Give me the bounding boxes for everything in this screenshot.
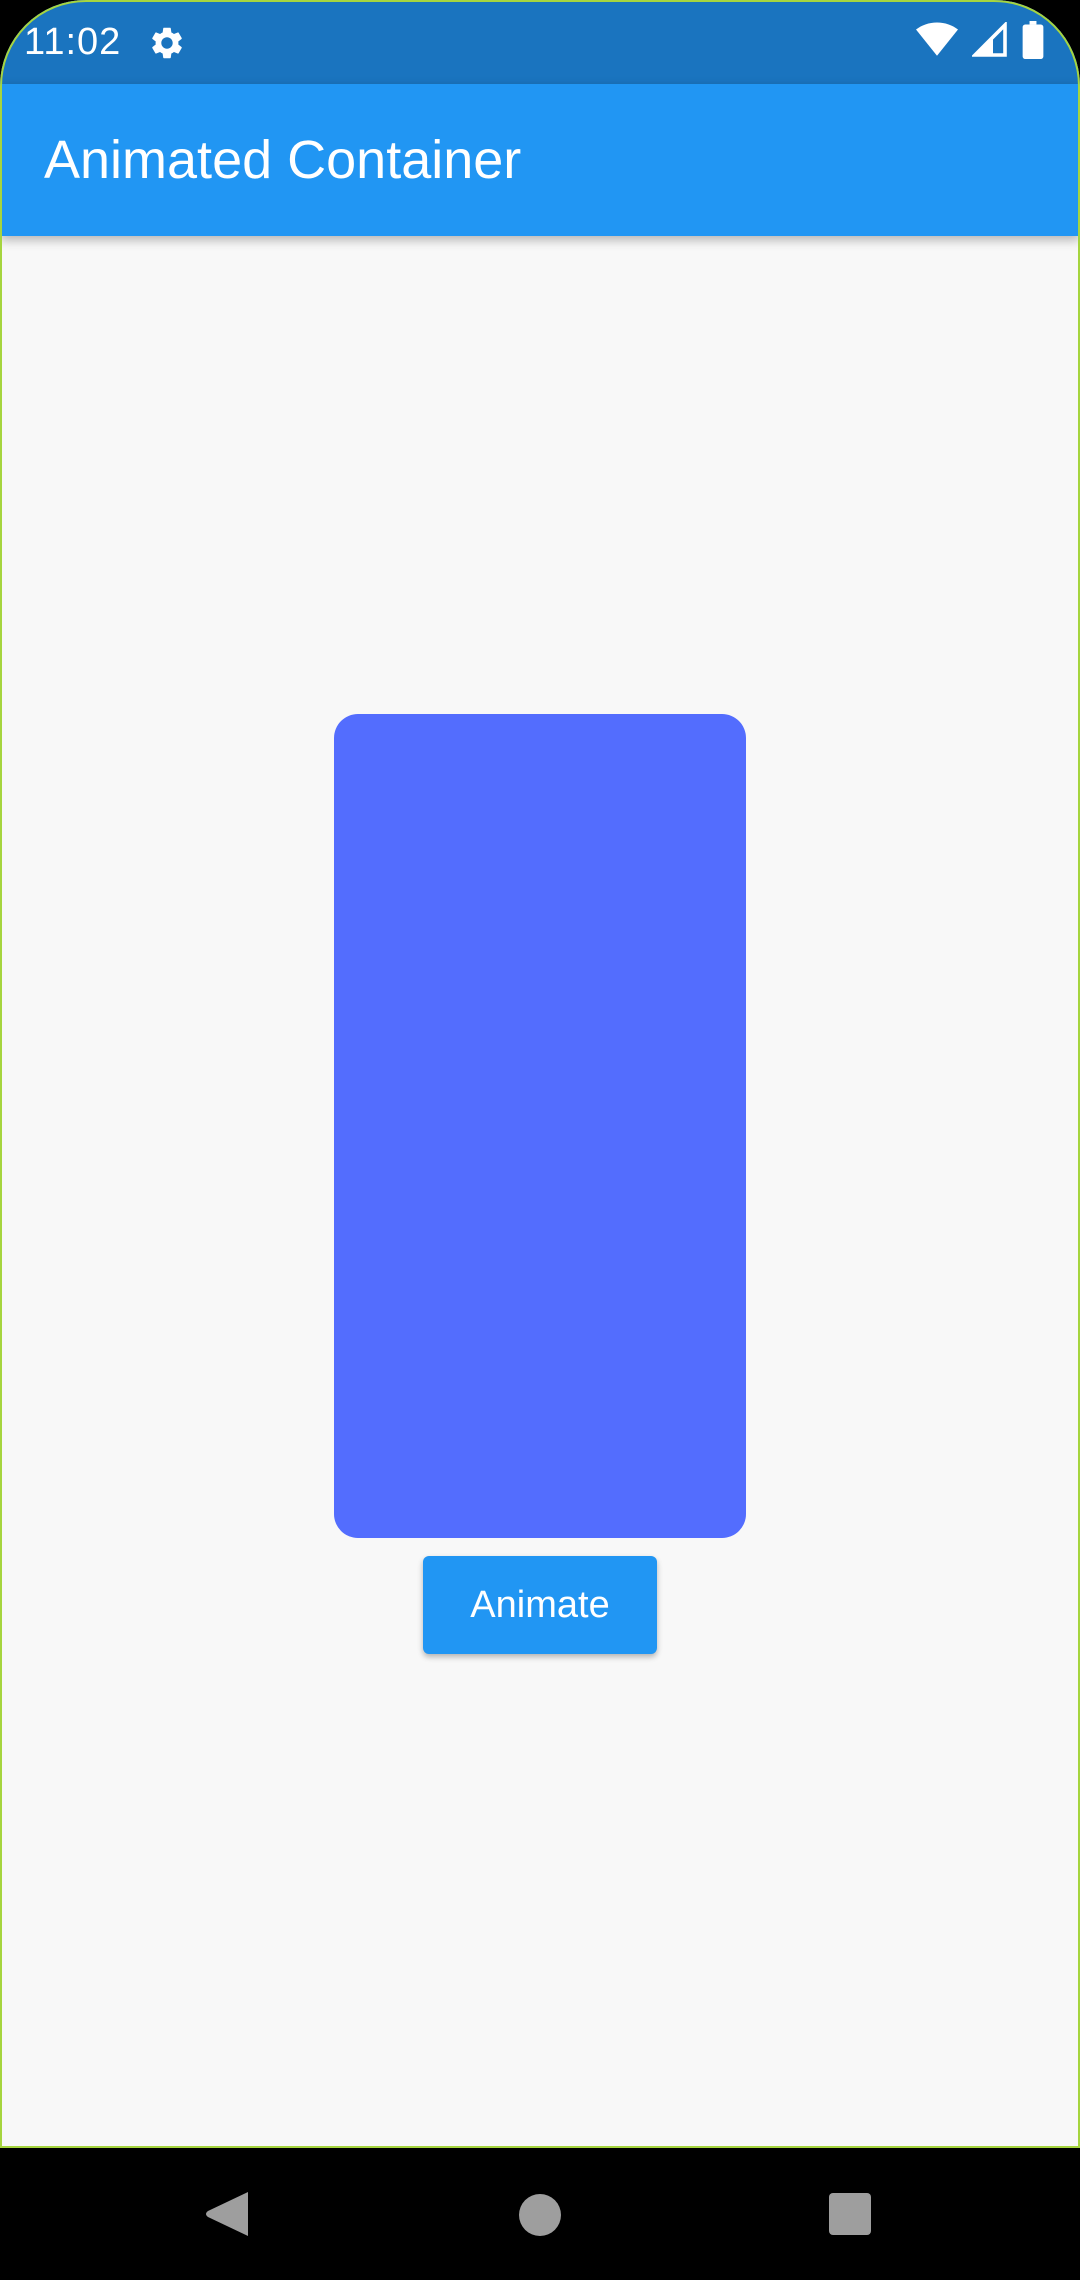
status-icons	[916, 20, 1044, 64]
page-title: Animated Container	[44, 130, 522, 190]
home-icon[interactable]	[519, 2194, 561, 2236]
status-bar: 11:02	[0, 0, 1080, 84]
navigation-bar	[0, 2148, 1080, 2280]
recents-icon[interactable]	[829, 2193, 871, 2235]
device: 11:02 Animated Container Animate	[0, 0, 1080, 2280]
content-area: Animate	[0, 236, 1080, 2148]
settings-gear-icon	[148, 24, 186, 62]
wifi-icon	[916, 22, 958, 63]
app-bar: Animated Container	[0, 84, 1080, 236]
back-icon[interactable]	[204, 2190, 250, 2238]
status-time: 11:02	[24, 21, 122, 63]
cellular-signal-icon	[970, 20, 1008, 63]
screen: 11:02 Animated Container Animate	[0, 0, 1080, 2148]
battery-icon	[1022, 20, 1044, 64]
animated-container	[334, 714, 746, 1538]
animate-button[interactable]: Animate	[423, 1556, 657, 1654]
